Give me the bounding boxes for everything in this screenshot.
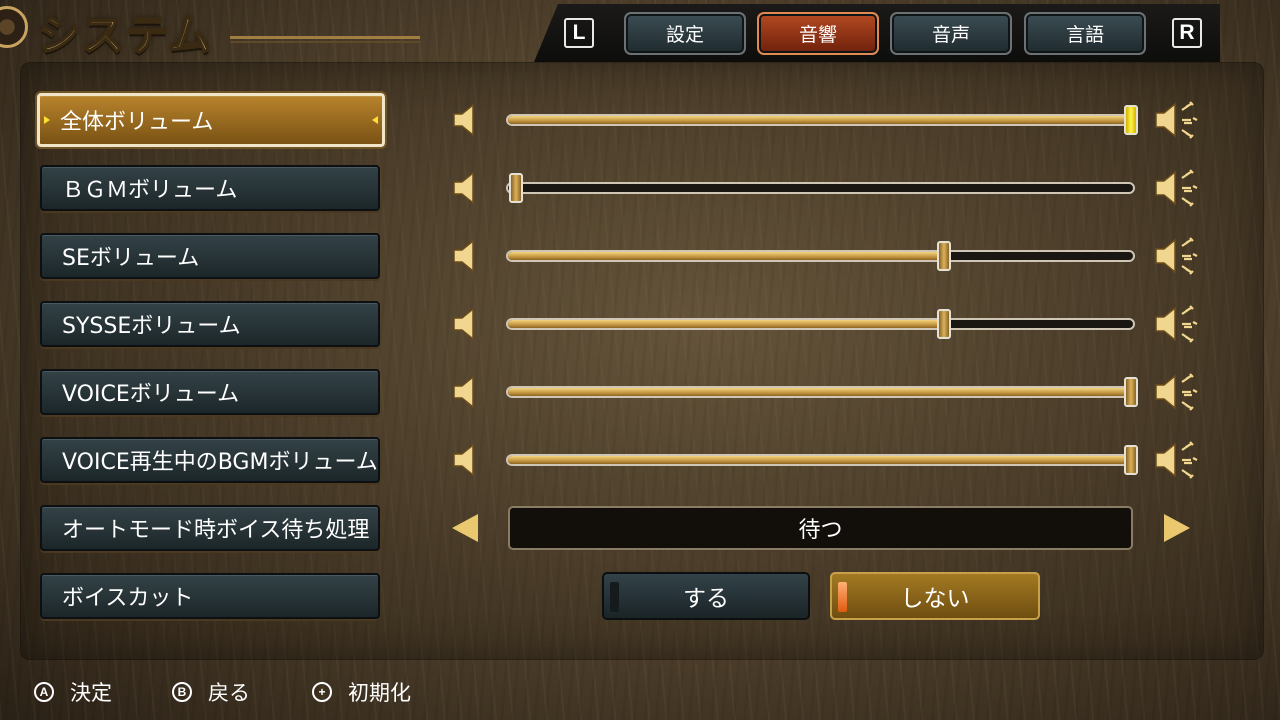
selection-right-arrow-icon [372, 116, 378, 124]
previous-option-arrow-icon[interactable] [452, 514, 478, 542]
slider-fill [508, 388, 1133, 396]
settings-panel [20, 62, 1264, 660]
gear-emblem-icon [0, 6, 28, 48]
setting-voice-volume[interactable]: VOICEボリューム [40, 369, 380, 415]
slider-handle[interactable] [1124, 377, 1138, 407]
volume-high-speaker-icon [1152, 234, 1208, 278]
slider-voice_bgm[interactable] [506, 445, 1138, 475]
tab-settings[interactable]: 設定 [624, 12, 746, 55]
setting-label: 全体ボリューム [60, 110, 214, 135]
toggle-label: しない [900, 586, 970, 612]
slider-handle[interactable] [509, 173, 523, 203]
volume-high-speaker-icon [1152, 166, 1208, 210]
toggle-indicator-active [838, 582, 847, 612]
tab-language[interactable]: 言語 [1024, 12, 1146, 55]
setting-label: ボイスカット [62, 586, 194, 611]
toggle-label: する [683, 586, 729, 612]
slider-voice[interactable] [506, 377, 1138, 407]
b-button-icon: B [172, 682, 192, 702]
slider-handle[interactable] [936, 241, 951, 271]
volume-low-speaker-icon [448, 102, 486, 138]
slider-handle[interactable] [936, 309, 951, 339]
voice-cut-off-button[interactable]: しない [830, 572, 1040, 620]
setting-label: オートモード時ボイス待ち処理 [62, 518, 370, 543]
footer-label: 初期化 [348, 681, 411, 705]
slider-handle[interactable] [1124, 445, 1138, 475]
selection-left-arrow-icon [44, 116, 50, 124]
a-button-icon: A [34, 682, 54, 702]
setting-voice-bgm-volume[interactable]: VOICE再生中のBGMボリューム [40, 437, 380, 483]
setting-bgm-volume[interactable]: ＢＧＭボリューム [40, 165, 380, 211]
auto-mode-wait-value[interactable]: 待つ [508, 506, 1133, 550]
slider-se[interactable] [506, 241, 1135, 271]
footer-reset[interactable]: + 初期化 [312, 678, 411, 706]
setting-label: ＢＧＭボリューム [62, 178, 238, 203]
footer-label: 決定 [70, 681, 112, 705]
volume-high-speaker-icon [1152, 438, 1208, 482]
tab-sound[interactable]: 音響 [757, 12, 879, 55]
volume-high-speaker-icon [1152, 370, 1208, 414]
volume-low-speaker-icon [448, 238, 486, 274]
toggle-indicator [610, 582, 619, 612]
setting-auto-mode-voice-wait[interactable]: オートモード時ボイス待ち処理 [40, 505, 380, 551]
l-shoulder-button-icon[interactable]: L [564, 18, 594, 48]
footer-confirm[interactable]: A 決定 [34, 678, 112, 706]
setting-voice-cut[interactable]: ボイスカット [40, 573, 380, 619]
setting-label: VOICEボリューム [62, 382, 240, 407]
title-underline-shadow [230, 41, 420, 43]
setting-label: SYSSEボリューム [62, 314, 241, 339]
plus-button-icon: + [312, 682, 332, 702]
page-header: システム [0, 0, 430, 61]
next-option-arrow-icon[interactable] [1164, 514, 1190, 542]
slider-sysse[interactable] [506, 309, 1135, 339]
volume-low-speaker-icon [448, 306, 486, 342]
slider-fill [508, 252, 946, 260]
volume-low-speaker-icon [448, 170, 486, 206]
tab-voice[interactable]: 音声 [890, 12, 1012, 55]
voice-cut-on-button[interactable]: する [602, 572, 810, 620]
footer-back[interactable]: B 戻る [172, 678, 250, 706]
volume-low-speaker-icon [448, 442, 486, 478]
slider-bgm[interactable] [506, 173, 1135, 203]
setting-label: VOICE再生中のBGMボリューム [62, 450, 378, 475]
title-underline [230, 36, 420, 39]
volume-low-speaker-icon [448, 374, 486, 410]
setting-sysse-volume[interactable]: SYSSEボリューム [40, 301, 380, 347]
slider-fill [508, 456, 1133, 464]
r-shoulder-button-icon[interactable]: R [1172, 18, 1202, 48]
page-title: システム [37, 10, 213, 61]
volume-high-speaker-icon [1152, 98, 1208, 142]
setting-master-volume[interactable]: 全体ボリューム [35, 91, 387, 149]
footer-label: 戻る [208, 681, 250, 705]
slider-fill [508, 320, 946, 328]
setting-se-volume[interactable]: SEボリューム [40, 233, 380, 279]
slider-handle[interactable] [1124, 105, 1138, 135]
setting-label: SEボリューム [62, 246, 200, 271]
slider-fill [508, 116, 1133, 124]
slider-master[interactable] [506, 105, 1138, 135]
volume-high-speaker-icon [1152, 302, 1208, 346]
